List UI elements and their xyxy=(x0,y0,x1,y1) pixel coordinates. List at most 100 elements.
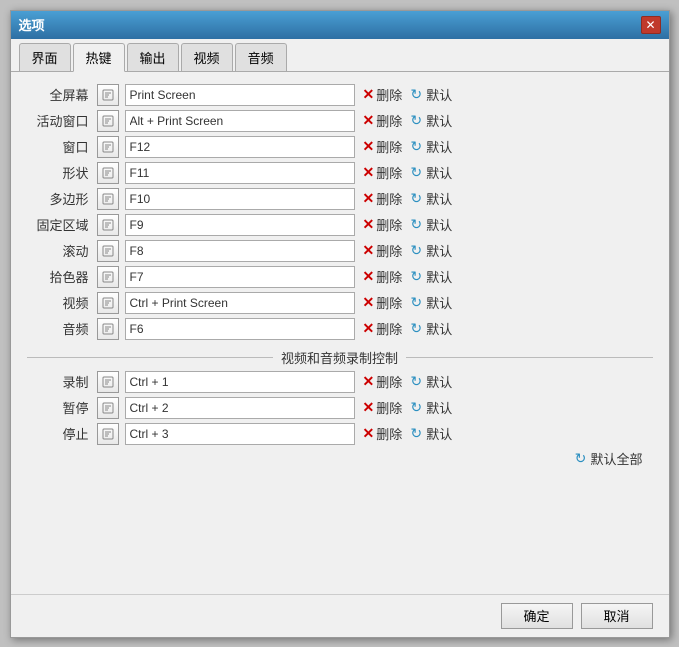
delete-button[interactable]: ✕ 删除 xyxy=(363,372,403,391)
default-label: 默认 xyxy=(426,189,452,208)
default-button[interactable]: ↻ 默认 xyxy=(408,163,452,182)
delete-button[interactable]: ✕ 删除 xyxy=(363,293,403,312)
default-all-button[interactable]: ↻ 默认全部 xyxy=(572,449,642,468)
default-button[interactable]: ↻ 默认 xyxy=(408,241,452,260)
hotkey-input[interactable] xyxy=(125,214,355,236)
hotkey-actions: ✕ 删除 ↻ 默认 xyxy=(363,137,453,156)
default-button[interactable]: ↻ 默认 xyxy=(408,319,452,338)
hotkey-input[interactable] xyxy=(125,84,355,106)
hotkey-row: 多边形 ✕ 删除↻ 默认 xyxy=(27,188,653,210)
default-label: 默认 xyxy=(426,241,452,260)
hotkey-label: 暂停 xyxy=(27,398,97,417)
key-icon[interactable] xyxy=(97,423,119,445)
hotkey-input[interactable] xyxy=(125,188,355,210)
default-button[interactable]: ↻ 默认 xyxy=(408,293,452,312)
hotkey-actions: ✕ 删除 ↻ 默认 xyxy=(363,319,453,338)
confirm-button[interactable]: 确定 xyxy=(501,603,573,629)
key-icon[interactable] xyxy=(97,110,119,132)
default-label: 默认 xyxy=(426,85,452,104)
default-label: 默认 xyxy=(426,163,452,182)
tab-interface[interactable]: 界面 xyxy=(19,43,71,71)
hotkey-label: 全屏幕 xyxy=(27,85,97,104)
key-icon[interactable] xyxy=(97,188,119,210)
delete-label: 删除 xyxy=(376,189,402,208)
default-icon: ↻ xyxy=(408,400,424,416)
delete-button[interactable]: ✕ 删除 xyxy=(363,163,403,182)
default-button[interactable]: ↻ 默认 xyxy=(408,215,452,234)
hotkey-input[interactable] xyxy=(125,136,355,158)
default-icon: ↻ xyxy=(408,321,424,337)
delete-button[interactable]: ✕ 删除 xyxy=(363,319,403,338)
key-icon[interactable] xyxy=(97,397,119,419)
delete-button[interactable]: ✕ 删除 xyxy=(363,85,403,104)
tab-audio[interactable]: 音频 xyxy=(235,43,287,71)
delete-button[interactable]: ✕ 删除 xyxy=(363,241,403,260)
key-icon[interactable] xyxy=(97,318,119,340)
key-icon[interactable] xyxy=(97,84,119,106)
hotkey-rows: 全屏幕 ✕ 删除↻ 默认活动窗口 ✕ 删除↻ 默认窗口 ✕ 删除↻ 默认形状 ✕… xyxy=(27,84,653,340)
hotkey-input[interactable] xyxy=(125,318,355,340)
delete-label: 删除 xyxy=(376,215,402,234)
default-button[interactable]: ↻ 默认 xyxy=(408,137,452,156)
close-button[interactable]: ✕ xyxy=(641,16,661,34)
hotkey-input[interactable] xyxy=(125,240,355,262)
delete-button[interactable]: ✕ 删除 xyxy=(363,267,403,286)
default-button[interactable]: ↻ 默认 xyxy=(408,372,452,391)
recording-rows: 录制 ✕ 删除↻ 默认暂停 ✕ 删除↻ 默认停止 ✕ 删除↻ 默认 xyxy=(27,371,653,445)
default-button[interactable]: ↻ 默认 xyxy=(408,111,452,130)
default-button[interactable]: ↻ 默认 xyxy=(408,85,452,104)
delete-label: 删除 xyxy=(376,111,402,130)
key-icon[interactable] xyxy=(97,136,119,158)
default-icon: ↻ xyxy=(408,295,424,311)
default-button[interactable]: ↻ 默认 xyxy=(408,424,452,443)
delete-label: 删除 xyxy=(376,241,402,260)
default-icon: ↻ xyxy=(408,113,424,129)
tab-hotkey[interactable]: 热键 xyxy=(73,43,125,72)
key-icon[interactable] xyxy=(97,266,119,288)
tab-video[interactable]: 视频 xyxy=(181,43,233,71)
default-all-row: ↻ 默认全部 xyxy=(27,449,653,468)
delete-icon: ✕ xyxy=(363,425,375,442)
delete-label: 删除 xyxy=(376,137,402,156)
hotkey-actions: ✕ 删除 ↻ 默认 xyxy=(363,111,453,130)
default-label: 默认 xyxy=(426,111,452,130)
key-icon[interactable] xyxy=(97,214,119,236)
delete-icon: ✕ xyxy=(363,399,375,416)
hotkey-row: 窗口 ✕ 删除↻ 默认 xyxy=(27,136,653,158)
default-label: 默认 xyxy=(426,267,452,286)
title-bar: 选项 ✕ xyxy=(11,11,669,39)
default-button[interactable]: ↻ 默认 xyxy=(408,398,452,417)
delete-button[interactable]: ✕ 删除 xyxy=(363,137,403,156)
hotkey-actions: ✕ 删除 ↻ 默认 xyxy=(363,85,453,104)
delete-button[interactable]: ✕ 删除 xyxy=(363,215,403,234)
hotkey-input[interactable] xyxy=(125,266,355,288)
hotkey-input[interactable] xyxy=(125,162,355,184)
key-icon[interactable] xyxy=(97,371,119,393)
delete-button[interactable]: ✕ 删除 xyxy=(363,424,403,443)
key-icon[interactable] xyxy=(97,240,119,262)
hotkey-label: 视频 xyxy=(27,293,97,312)
hotkey-input[interactable] xyxy=(125,292,355,314)
hotkey-row: 停止 ✕ 删除 ↻ 默认 xyxy=(27,423,653,445)
hotkey-row: 固定区域 ✕ 删除↻ 默认 xyxy=(27,214,653,236)
default-label: 默认 xyxy=(426,398,452,417)
key-icon[interactable] xyxy=(97,292,119,314)
default-all-icon: ↻ xyxy=(572,450,588,466)
default-button[interactable]: ↻ 默认 xyxy=(408,189,452,208)
hotkey-input[interactable] xyxy=(125,371,355,393)
hotkey-label: 停止 xyxy=(27,424,97,443)
key-icon[interactable] xyxy=(97,162,119,184)
hotkey-input[interactable] xyxy=(125,423,355,445)
default-label: 默认 xyxy=(426,137,452,156)
delete-button[interactable]: ✕ 删除 xyxy=(363,111,403,130)
tab-output[interactable]: 输出 xyxy=(127,43,179,71)
hotkey-input[interactable] xyxy=(125,110,355,132)
delete-button[interactable]: ✕ 删除 xyxy=(363,189,403,208)
default-all-label: 默认全部 xyxy=(590,449,642,468)
default-button[interactable]: ↻ 默认 xyxy=(408,267,452,286)
delete-icon: ✕ xyxy=(363,268,375,285)
cancel-button[interactable]: 取消 xyxy=(581,603,653,629)
hotkey-input[interactable] xyxy=(125,397,355,419)
delete-button[interactable]: ✕ 删除 xyxy=(363,398,403,417)
hotkey-label: 形状 xyxy=(27,163,97,182)
